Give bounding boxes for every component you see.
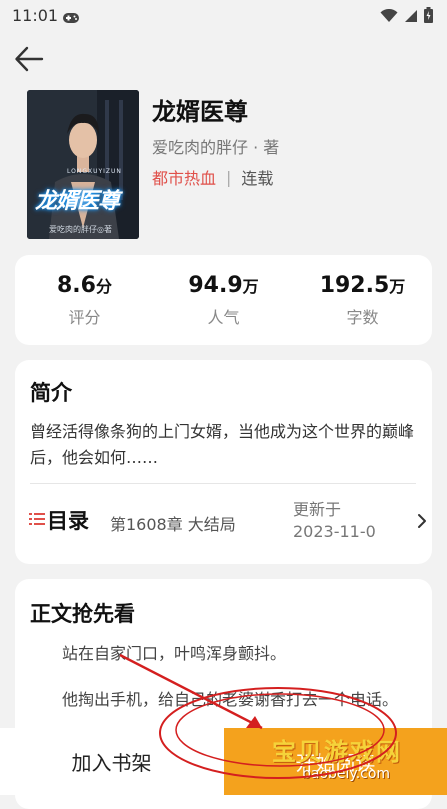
stats-card: 8.6分 评分 94.9万 人气 192.5万 字数 bbox=[15, 255, 432, 345]
stat-rating-unit: 分 bbox=[95, 277, 112, 296]
bottom-bar: 加入书架 开始阅读 宝贝游戏网 baobeiy.com bbox=[0, 728, 447, 795]
update-info: 更新于 2023-11-0 bbox=[293, 499, 376, 543]
author-line[interactable]: 爱吃肉的胖仔 · 著 bbox=[152, 134, 279, 158]
cover-title: 龙婿医尊 bbox=[35, 189, 120, 214]
book-tags: 都市热血 | 连载 bbox=[152, 165, 273, 189]
update-date: 2023-11-0 bbox=[293, 522, 376, 541]
system-icons bbox=[380, 7, 433, 27]
stat-rating: 8.6分 评分 bbox=[15, 255, 154, 328]
list-icon bbox=[29, 511, 45, 530]
book-title: 龙婿医尊 bbox=[152, 98, 248, 126]
intro-text[interactable]: 曾经活得像条狗的上门女婿，当他成为这个世界的巅峰后，他会如何…… bbox=[30, 419, 416, 471]
stat-popularity: 94.9万 人气 bbox=[154, 255, 293, 328]
watermark-url: baobeiy.com bbox=[302, 766, 391, 782]
cover-author: 爱吃肉的胖仔◎著 bbox=[49, 225, 112, 234]
stat-word-count: 192.5万 字数 bbox=[293, 255, 432, 328]
cover-art bbox=[27, 90, 139, 239]
stat-popularity-value: 94.9 bbox=[188, 273, 243, 298]
stat-word-count-unit: 万 bbox=[389, 277, 406, 296]
intro-card: 简介 曾经活得像条狗的上门女婿，当他成为这个世界的巅峰后，他会如何…… 目录 第… bbox=[15, 360, 432, 564]
watermark-title: 宝贝游戏网 bbox=[272, 738, 402, 766]
stat-popularity-label: 人气 bbox=[207, 308, 240, 327]
toc-label: 目录 bbox=[47, 509, 89, 533]
book-cover[interactable]: LONGXUYIZUN 龙婿医尊 爱吃肉的胖仔◎著 bbox=[27, 90, 139, 239]
cover-subtitle: LONGXUYIZUN bbox=[67, 168, 122, 175]
preview-heading: 正文抢先看 bbox=[30, 602, 135, 626]
back-button[interactable] bbox=[14, 46, 46, 74]
stat-popularity-unit: 万 bbox=[242, 277, 259, 296]
battery-icon bbox=[424, 7, 433, 27]
status-time: 11:01 bbox=[12, 6, 59, 25]
serial-status: 连载 bbox=[241, 169, 274, 188]
intro-heading: 简介 bbox=[30, 381, 72, 405]
stat-rating-label: 评分 bbox=[68, 308, 101, 327]
toc-row[interactable]: 目录 第1608章 大结局 更新于 2023-11-0 bbox=[27, 496, 426, 548]
wifi-icon bbox=[380, 8, 398, 27]
chevron-right-icon bbox=[417, 513, 427, 533]
preview-paragraph: 他掏出手机，给自己的老婆谢香打去一个电话。 bbox=[62, 690, 399, 709]
genre-tag[interactable]: 都市热血 bbox=[152, 165, 216, 189]
update-prefix: 更新于 bbox=[293, 500, 342, 519]
stat-word-count-value: 192.5 bbox=[319, 273, 390, 298]
signal-icon bbox=[404, 8, 418, 27]
add-to-shelf-button[interactable]: 加入书架 bbox=[0, 728, 223, 795]
divider bbox=[30, 483, 416, 484]
stat-rating-value: 8.6 bbox=[57, 273, 96, 298]
gamepad-icon bbox=[62, 9, 80, 28]
latest-chapter: 第1608章 大结局 bbox=[110, 515, 236, 534]
preview-paragraph: 站在自家门口，叶鸣浑身颤抖。 bbox=[62, 644, 287, 663]
stat-word-count-label: 字数 bbox=[346, 308, 379, 327]
tag-separator: | bbox=[226, 167, 232, 187]
status-bar: 11:01 bbox=[0, 0, 447, 32]
arrow-left-icon bbox=[15, 46, 44, 72]
start-reading-button[interactable]: 开始阅读 宝贝游戏网 baobeiy.com bbox=[224, 728, 447, 795]
